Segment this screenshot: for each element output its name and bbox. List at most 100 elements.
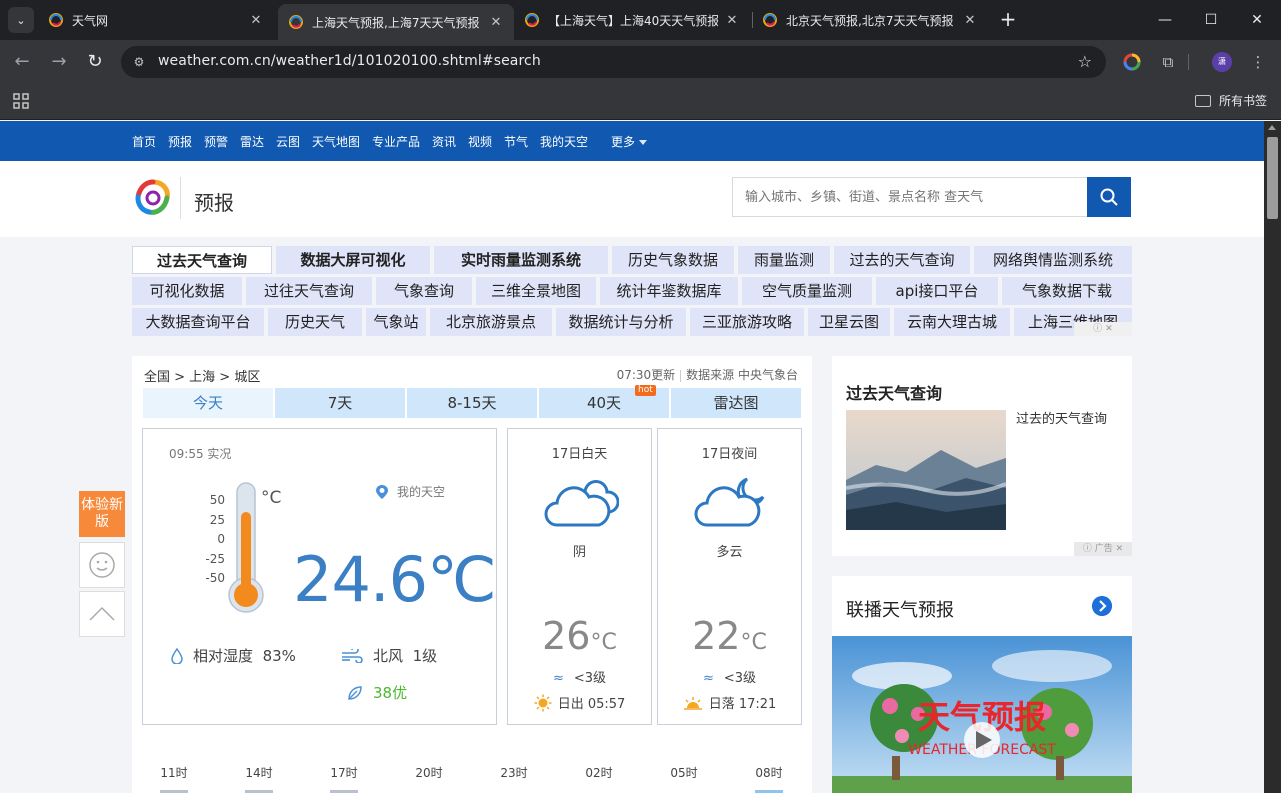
link-rain-monitor[interactable]: 雨量监测 bbox=[738, 246, 830, 274]
link-station[interactable]: 气象站 bbox=[366, 308, 426, 336]
nav-radar[interactable]: 雷达 bbox=[240, 133, 264, 150]
back-to-top-button[interactable] bbox=[79, 591, 125, 637]
mountain-image[interactable] bbox=[846, 410, 1006, 530]
past-weather-caption[interactable]: 过去的天气查询 bbox=[1016, 408, 1107, 427]
link-rainfall-system[interactable]: 实时雨量监测系统 bbox=[434, 246, 608, 274]
link-air-quality[interactable]: 空气质量监测 bbox=[742, 277, 872, 305]
all-bookmarks-button[interactable]: 所有书签 bbox=[1194, 92, 1267, 109]
link-bigdata[interactable]: 大数据查询平台 bbox=[132, 308, 264, 336]
tab-radar[interactable]: 雷达图 bbox=[671, 388, 801, 418]
tab-7day[interactable]: 7天 bbox=[275, 388, 405, 418]
link-data-screen[interactable]: 数据大屏可视化 bbox=[276, 246, 430, 274]
link-satellite[interactable]: 卫星云图 bbox=[808, 308, 890, 336]
browser-menu-icon[interactable]: ⋮ bbox=[1248, 52, 1268, 72]
tab-shanghai-7day[interactable]: 上海天气预报,上海7天天气预报 ✕ bbox=[278, 4, 514, 40]
arrow-right-icon[interactable] bbox=[1092, 596, 1112, 616]
close-icon[interactable]: ✕ bbox=[488, 15, 504, 30]
link-api-platform[interactable]: api接口平台 bbox=[876, 277, 998, 305]
close-icon[interactable]: ✕ bbox=[248, 13, 264, 28]
link-3d-map[interactable]: 三维全景地图 bbox=[476, 277, 596, 305]
feedback-button[interactable] bbox=[79, 542, 125, 588]
link-past-weather[interactable]: 过去天气查询 bbox=[132, 246, 272, 274]
link-history-weather[interactable]: 历史天气 bbox=[268, 308, 362, 336]
wind-value: <3级 bbox=[723, 671, 757, 686]
tab-today[interactable]: 今天 bbox=[143, 388, 273, 418]
link-sanya[interactable]: 三亚旅游攻略 bbox=[690, 308, 804, 336]
link-opinion-monitor[interactable]: 网络舆情监测系统 bbox=[974, 246, 1132, 274]
logo-divider bbox=[180, 177, 181, 219]
temp-value: 26 bbox=[542, 614, 591, 658]
update-info: 07:30更新 数据来源 中央气象台 bbox=[617, 366, 798, 383]
ad-badge[interactable]: ⓘ 广告 ✕ bbox=[1074, 542, 1132, 556]
thermo-tick: 50 bbox=[210, 493, 225, 507]
nav-video[interactable]: 视频 bbox=[468, 133, 492, 150]
thermometer-icon: 50 25 0 -25 -50 °C bbox=[205, 482, 281, 613]
window-close-button[interactable]: ✕ bbox=[1234, 0, 1280, 40]
new-tab-button[interactable]: + bbox=[996, 8, 1020, 32]
daytime-high-temp: 26°C bbox=[508, 614, 651, 658]
link-history-data[interactable]: 历史气象数据 bbox=[612, 246, 734, 274]
close-icon[interactable]: ✕ bbox=[962, 13, 978, 28]
link-past-query[interactable]: 过往天气查询 bbox=[246, 277, 372, 305]
hour-label: 08时 bbox=[755, 766, 783, 780]
extensions-puzzle-icon[interactable]: ⧉ bbox=[1158, 52, 1178, 72]
hour-label: 14时 bbox=[245, 766, 273, 780]
link-yearbook[interactable]: 统计年鉴数据库 bbox=[600, 277, 738, 305]
apps-grid-icon[interactable] bbox=[12, 92, 30, 110]
maximize-button[interactable]: ☐ bbox=[1188, 0, 1234, 40]
color-extension-icon[interactable] bbox=[1122, 52, 1142, 72]
link-data-download[interactable]: 气象数据下载 bbox=[1002, 277, 1132, 305]
city-search-input[interactable] bbox=[733, 178, 1063, 216]
reload-button[interactable]: ↻ bbox=[83, 50, 107, 74]
link-beijing-tour[interactable]: 北京旅游景点 bbox=[430, 308, 552, 336]
link-row: 大数据查询平台 历史天气 气象站 北京旅游景点 数据统计与分析 三亚旅游攻略 卫… bbox=[132, 308, 1132, 336]
nav-weather-map[interactable]: 天气地图 bbox=[312, 133, 360, 150]
link-stats[interactable]: 数据统计与分析 bbox=[556, 308, 686, 336]
nav-news[interactable]: 资讯 bbox=[432, 133, 456, 150]
url-text[interactable]: weather.com.cn/weather1d/101020100.shtml… bbox=[158, 53, 541, 69]
nav-more[interactable]: 更多 bbox=[611, 133, 648, 150]
tab-tianqiwang[interactable]: 天气网 ✕ bbox=[38, 4, 274, 36]
back-button[interactable]: ← bbox=[10, 50, 34, 74]
temp-value: 22 bbox=[692, 614, 741, 658]
sunrise-label: 日出 05:57 bbox=[557, 697, 626, 712]
current-temperature: 24.6℃ bbox=[293, 543, 497, 616]
forecast-video[interactable]: 天气预报 WEATHER FORECAST bbox=[832, 636, 1132, 793]
air-quality[interactable]: 38优 bbox=[347, 682, 407, 703]
my-sky-link[interactable]: 我的天空 bbox=[375, 483, 445, 500]
bookmark-star-icon[interactable]: ☆ bbox=[1078, 52, 1092, 71]
nav-home[interactable]: 首页 bbox=[132, 133, 156, 150]
link-dali[interactable]: 云南大理古城 bbox=[894, 308, 1010, 336]
link-past-weather-query[interactable]: 过去的天气查询 bbox=[834, 246, 970, 274]
profile-avatar[interactable]: 潇 bbox=[1212, 52, 1232, 72]
nav-solar-terms[interactable]: 节气 bbox=[504, 133, 528, 150]
nav-cloud[interactable]: 云图 bbox=[276, 133, 300, 150]
tab-beijing-7day[interactable]: 北京天气预报,北京7天天气预报 ✕ bbox=[752, 4, 988, 36]
city-search-box bbox=[732, 177, 1088, 217]
chevron-down-icon bbox=[639, 140, 648, 145]
nav-products[interactable]: 专业产品 bbox=[372, 133, 420, 150]
search-button[interactable] bbox=[1087, 177, 1131, 217]
tab-shanghai-40day[interactable]: 【上海天气】上海40天天气预报 ✕ bbox=[514, 4, 750, 36]
scroll-up-arrow-icon[interactable] bbox=[1268, 125, 1276, 130]
try-new-version-button[interactable]: 体验新版 bbox=[79, 491, 125, 537]
link-visual-data[interactable]: 可视化数据 bbox=[132, 277, 242, 305]
nav-my-sky[interactable]: 我的天空 bbox=[540, 133, 588, 150]
site-logo[interactable] bbox=[133, 178, 173, 218]
tab-8-15day[interactable]: 8-15天 bbox=[407, 388, 537, 418]
ad-badge[interactable]: ⓘ ✕ bbox=[1074, 322, 1132, 336]
nav-forecast[interactable]: 预报 bbox=[168, 133, 192, 150]
forward-button[interactable]: → bbox=[47, 50, 71, 74]
address-bar[interactable]: ⚙ weather.com.cn/weather1d/101020100.sht… bbox=[121, 46, 1106, 78]
nighttime-wind: ≈ <3级 bbox=[658, 667, 801, 686]
tab-search-button[interactable]: ⌄ bbox=[8, 7, 34, 33]
tab-40day[interactable]: 40天 hot bbox=[539, 385, 669, 418]
nav-warning[interactable]: 预警 bbox=[204, 133, 228, 150]
page-scrollbar[interactable] bbox=[1264, 121, 1281, 793]
daytime-wind: ≈ <3级 bbox=[508, 667, 651, 686]
link-weather-query[interactable]: 气象查询 bbox=[376, 277, 472, 305]
site-info-icon[interactable]: ⚙ bbox=[131, 54, 147, 70]
minimize-button[interactable]: — bbox=[1142, 0, 1188, 40]
scrollbar-thumb[interactable] bbox=[1267, 137, 1278, 219]
close-icon[interactable]: ✕ bbox=[724, 13, 740, 28]
